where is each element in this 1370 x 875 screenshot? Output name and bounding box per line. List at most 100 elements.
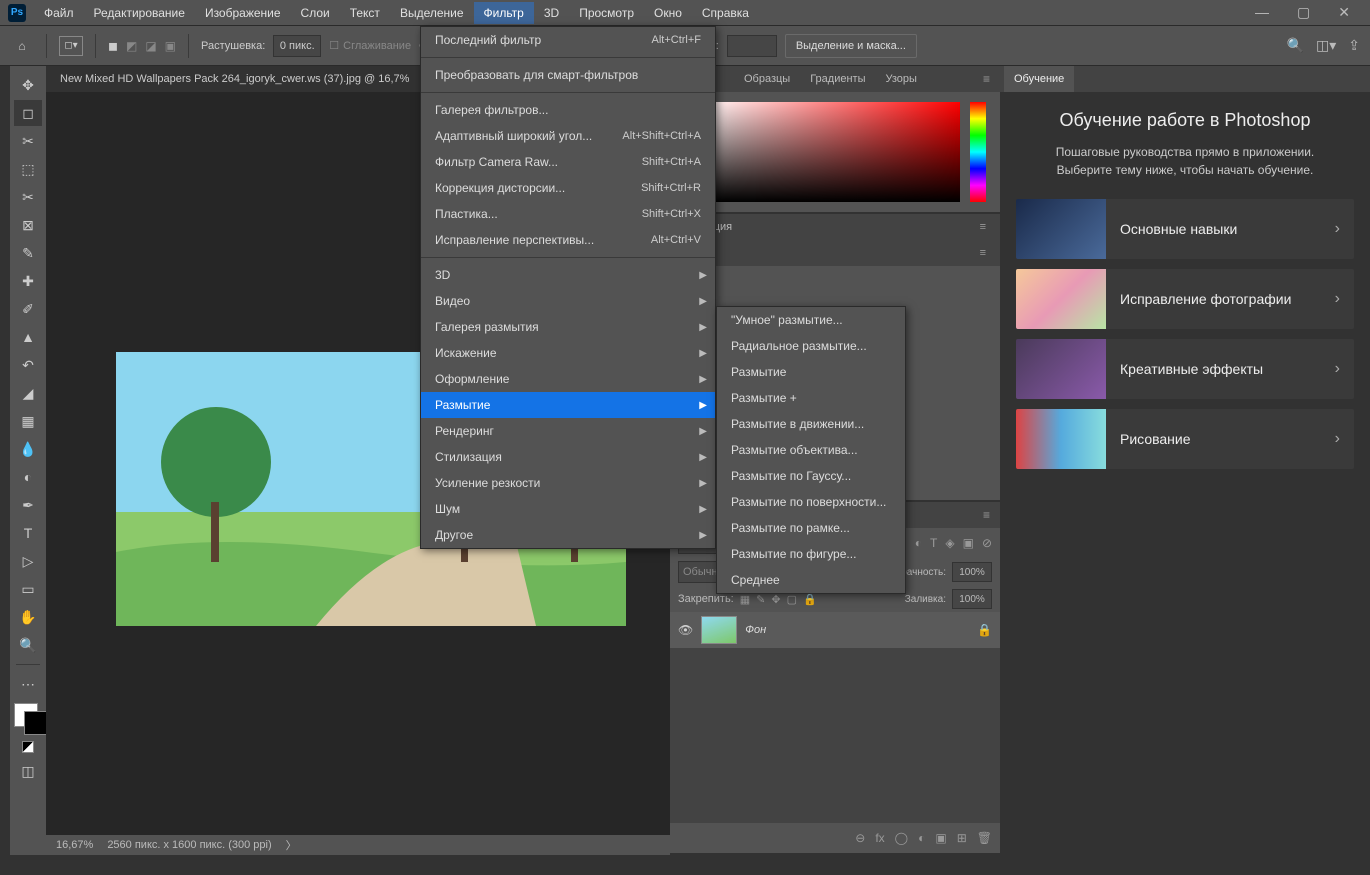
layer-mask-icon[interactable]: ◯	[895, 831, 908, 845]
filter-item[interactable]: Фильтр Camera Raw...Shift+Ctrl+A	[421, 149, 715, 175]
filter-item[interactable]: Адаптивный широкий угол...Alt+Shift+Ctrl…	[421, 123, 715, 149]
home-icon[interactable]: ⌂	[10, 34, 34, 58]
link-layers-icon[interactable]: ⊖	[855, 831, 865, 845]
filter-shape-icon[interactable]: ◈	[945, 536, 954, 550]
frame-tool[interactable]: ⊠	[14, 212, 42, 238]
marquee-tool[interactable]: ◻	[14, 100, 42, 126]
filter-item[interactable]: Галерея размытия▶	[421, 314, 715, 340]
hue-slider[interactable]	[970, 102, 986, 202]
sel-intersect-icon[interactable]: ▣	[165, 39, 176, 53]
menu-view[interactable]: Просмотр	[569, 2, 644, 24]
blur-item[interactable]: Размытие	[717, 359, 905, 385]
filter-adjust-icon[interactable]: ◐	[915, 536, 922, 550]
blur-item[interactable]: Размытие по Гауссу...	[717, 463, 905, 489]
menu-image[interactable]: Изображение	[195, 2, 291, 24]
quick-mask-toggle[interactable]	[22, 735, 34, 756]
filter-item[interactable]: Пластика...Shift+Ctrl+X	[421, 201, 715, 227]
filter-item[interactable]: Коррекция дисторсии...Shift+Ctrl+R	[421, 175, 715, 201]
eyedropper-tool[interactable]: ✎	[14, 240, 42, 266]
blur-tool[interactable]: 💧	[14, 436, 42, 462]
filter-item[interactable]: Другое▶	[421, 522, 715, 548]
blur-item[interactable]: Размытие +	[717, 385, 905, 411]
filter-item[interactable]: Преобразовать для смарт-фильтров	[421, 62, 715, 88]
sel-add-icon[interactable]: ◩	[126, 39, 137, 53]
menu-file[interactable]: Файл	[34, 2, 84, 24]
layer-thumbnail[interactable]	[701, 616, 737, 644]
brush-tool[interactable]: ✐	[14, 296, 42, 322]
menu-text[interactable]: Текст	[340, 2, 390, 24]
lock-position-icon[interactable]: ✥	[771, 593, 780, 606]
filter-item[interactable]: Видео▶	[421, 288, 715, 314]
close-button[interactable]: ✕	[1330, 2, 1358, 23]
lasso-tool[interactable]: ✂	[14, 128, 42, 154]
stamp-tool[interactable]: ▲	[14, 324, 42, 350]
menu-select[interactable]: Выделение	[390, 2, 474, 24]
blur-item[interactable]: "Умное" размытие...	[717, 307, 905, 333]
dodge-tool[interactable]: ◐	[14, 464, 42, 490]
tab-gradients[interactable]: Градиенты	[800, 66, 875, 92]
screen-mode[interactable]: ◫	[14, 758, 42, 784]
fill-value[interactable]: 100%	[952, 589, 992, 609]
antialias-checkbox[interactable]: ☐ Сглаживание	[329, 39, 411, 52]
properties-doc-header[interactable]: мент ≡	[670, 240, 1000, 266]
document-tab[interactable]: New Mixed HD Wallpapers Pack 264_igoryk_…	[46, 66, 423, 92]
feather-input[interactable]	[273, 35, 321, 57]
status-chevron-icon[interactable]: 〉	[286, 837, 297, 853]
properties-panel-menu-icon[interactable]: ≡	[974, 247, 992, 259]
layers-panel-menu-icon[interactable]: ≡	[977, 508, 996, 522]
eraser-tool[interactable]: ◢	[14, 380, 42, 406]
edit-toolbar[interactable]: ⋯	[14, 671, 42, 697]
layer-row-background[interactable]: 👁 Фон 🔒	[670, 612, 1000, 648]
layer-name[interactable]: Фон	[745, 624, 766, 636]
history-brush-tool[interactable]: ↶	[14, 352, 42, 378]
learn-card-basics[interactable]: Основные навыки ›	[1016, 199, 1354, 259]
learn-card-effects[interactable]: Креативные эффекты ›	[1016, 339, 1354, 399]
menu-edit[interactable]: Редактирование	[84, 2, 195, 24]
delete-layer-icon[interactable]: 🗑	[977, 831, 992, 845]
sel-new-icon[interactable]: ◼	[108, 39, 118, 53]
tab-learn[interactable]: Обучение	[1004, 66, 1074, 92]
filter-item[interactable]: Галерея фильтров...	[421, 97, 715, 123]
filter-item[interactable]: Последний фильтрAlt+Ctrl+F	[421, 27, 715, 53]
height-input[interactable]	[727, 35, 777, 57]
blur-item[interactable]: Размытие по рамке...	[717, 515, 905, 541]
lock-transparent-icon[interactable]: ▦	[740, 593, 750, 606]
filter-smart-icon[interactable]: ▣	[963, 536, 974, 550]
search-icon[interactable]: 🔍	[1287, 37, 1304, 54]
tab-patterns[interactable]: Узоры	[876, 66, 927, 92]
blur-item[interactable]: Размытие по фигуре...	[717, 541, 905, 567]
path-select-tool[interactable]: ▷	[14, 548, 42, 574]
type-tool[interactable]: T	[14, 520, 42, 546]
learn-card-photo-fix[interactable]: Исправление фотографии ›	[1016, 269, 1354, 329]
menu-help[interactable]: Справка	[692, 2, 759, 24]
opacity-value[interactable]: 100%	[952, 562, 992, 582]
blur-item[interactable]: Размытие объектива...	[717, 437, 905, 463]
filter-item[interactable]: Рендеринг▶	[421, 418, 715, 444]
menu-filter[interactable]: Фильтр	[474, 2, 534, 24]
minimize-button[interactable]: —	[1247, 2, 1277, 23]
menu-window[interactable]: Окно	[644, 2, 692, 24]
new-layer-icon[interactable]: ⊞	[957, 831, 967, 845]
zoom-tool[interactable]: 🔍	[14, 632, 42, 658]
marquee-tool-preview[interactable]: ◻▾	[59, 36, 83, 56]
move-tool[interactable]: ✥	[14, 72, 42, 98]
tab-swatches[interactable]: Образцы	[734, 66, 800, 92]
adjustment-layer-icon[interactable]: ◐	[918, 831, 925, 845]
filter-item[interactable]: Исправление перспективы...Alt+Ctrl+V	[421, 227, 715, 253]
layer-visibility-icon[interactable]: 👁	[678, 623, 693, 637]
blur-item[interactable]: Среднее	[717, 567, 905, 593]
crop-tool[interactable]: ✂	[14, 184, 42, 210]
correction-panel-menu-icon[interactable]: ≡	[974, 221, 992, 233]
filter-item[interactable]: Размытие▶	[421, 392, 715, 418]
filter-item[interactable]: Усиление резкости▶	[421, 470, 715, 496]
filter-toggle-icon[interactable]: ⊘	[982, 536, 992, 550]
gradient-tool[interactable]: ▦	[14, 408, 42, 434]
filter-item[interactable]: Стилизация▶	[421, 444, 715, 470]
sel-sub-icon[interactable]: ◪	[145, 39, 156, 53]
quick-select-tool[interactable]: ⬚	[14, 156, 42, 182]
lock-paint-icon[interactable]: ✎	[756, 593, 765, 606]
maximize-button[interactable]: ▢	[1289, 2, 1318, 23]
filter-item[interactable]: 3D▶	[421, 262, 715, 288]
correction-panel-tab[interactable]: Коррекция ≡	[670, 214, 1000, 240]
blur-item[interactable]: Радиальное размытие...	[717, 333, 905, 359]
